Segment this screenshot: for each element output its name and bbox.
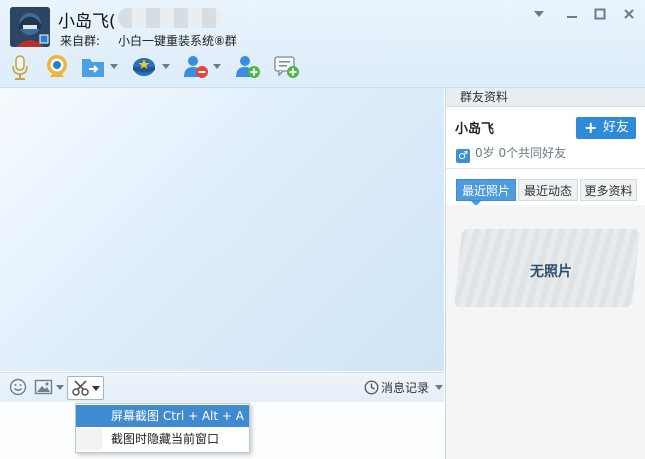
add-friend-label: 好友 [603, 120, 630, 135]
remote-assist-icon[interactable] [131, 53, 157, 81]
input-toolbar: 消息记录 [0, 372, 444, 402]
contact-name[interactable]: 小岛飞( [58, 7, 116, 32]
group-source: 来自群: 小白一键重装系统⑧群 [60, 32, 237, 49]
clock-icon [364, 380, 379, 395]
close-icon[interactable] [618, 7, 640, 25]
photo-area: 无照片 [446, 205, 645, 459]
tab-recent-activity[interactable]: 最近动态 [518, 179, 578, 201]
maximize-icon[interactable] [589, 7, 611, 25]
send-file-dropdown-arrow[interactable] [110, 64, 118, 69]
menu-item-hide-window-capture[interactable]: 截图时隐藏当前窗口 [76, 428, 249, 450]
send-file-icon[interactable] [80, 53, 106, 81]
scissors-icon [71, 379, 91, 400]
image-icon[interactable] [34, 378, 54, 399]
chevron-down-icon[interactable] [528, 7, 550, 25]
screenshot-menu: 屏幕截图 Ctrl + Alt + A 截图时隐藏当前窗口 [75, 403, 250, 453]
microphone-icon[interactable] [8, 53, 32, 81]
profile-info: ♂ 0岁 0个共同好友 [456, 144, 566, 163]
no-photo-label: 无照片 [530, 264, 572, 280]
profile-name[interactable]: 小岛飞 [455, 118, 494, 137]
new-message-icon[interactable] [273, 53, 301, 81]
add-friend-icon[interactable] [234, 53, 262, 81]
from-label: 来自群: [60, 34, 101, 48]
chat-header: 小岛飞( 来自群: 小白一键重装系统⑧群 [0, 0, 645, 88]
tab-more-info[interactable]: 更多资料 [580, 179, 637, 201]
webcam-icon[interactable] [44, 53, 70, 81]
tab-recent-photos[interactable]: 最近照片 [456, 179, 516, 201]
minimize-icon[interactable] [561, 7, 583, 25]
emoji-icon[interactable] [9, 378, 27, 399]
add-friend-button[interactable]: + 好友 [576, 117, 636, 139]
profile-info-text: 0岁 0个共同好友 [475, 146, 567, 160]
profile-panel-title: 群友资料 [446, 88, 645, 107]
chat-window: 小岛飞( 来自群: 小白一键重装系统⑧群 消息记录 屏幕截图 Ctrl + Al… [0, 0, 645, 459]
group-name[interactable]: 小白一键重装系统⑧群 [118, 34, 237, 48]
male-icon: ♂ [456, 149, 470, 163]
plus-icon: + [584, 118, 598, 137]
profile-panel: 群友资料 小岛飞 + 好友 ♂ 0岁 0个共同好友 最近照片 最近动态 更多资料 … [445, 88, 645, 459]
image-dropdown-arrow[interactable] [56, 385, 64, 390]
remote-assist-dropdown-arrow[interactable] [162, 64, 170, 69]
screenshot-button[interactable] [67, 376, 104, 400]
remove-friend-dropdown-arrow[interactable] [213, 64, 221, 69]
screenshot-dropdown-arrow[interactable] [92, 386, 100, 391]
remove-friend-icon[interactable] [182, 53, 210, 81]
avatar[interactable] [10, 7, 50, 47]
redacted-id [118, 8, 222, 28]
message-area[interactable] [0, 88, 444, 371]
divider [446, 168, 645, 169]
history-dropdown-arrow[interactable] [434, 385, 443, 390]
history-label: 消息记录 [381, 381, 430, 395]
message-history-button[interactable]: 消息记录 [364, 379, 443, 396]
menu-item-screen-capture[interactable]: 屏幕截图 Ctrl + Alt + A [76, 405, 249, 427]
